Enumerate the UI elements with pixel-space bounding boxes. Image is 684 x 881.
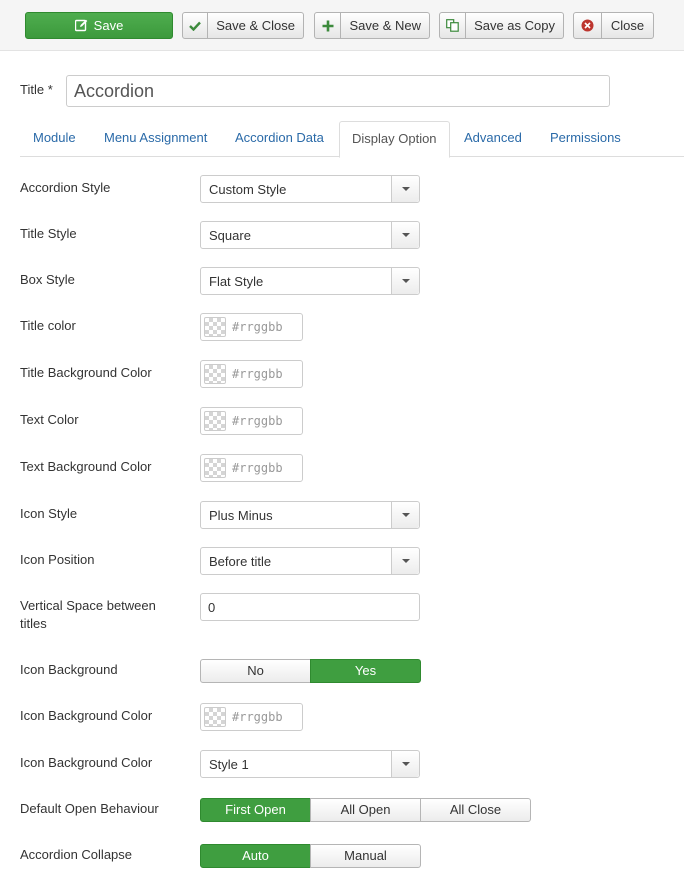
plus-icon: [315, 13, 342, 38]
edit-icon: [74, 19, 87, 32]
tab-bar: Module Menu Assignment Accordion Data Di…: [20, 121, 684, 158]
vertical-space-input[interactable]: 0: [200, 593, 420, 621]
default-open-all-close[interactable]: All Close: [420, 798, 531, 822]
chevron-down-icon: [391, 222, 419, 248]
title-style-value: Square: [209, 227, 251, 243]
text-color-label: Text Color: [20, 412, 79, 427]
default-open-all-open[interactable]: All Open: [310, 798, 421, 822]
check-icon: [183, 13, 209, 38]
save-new-label: Save & New: [349, 18, 421, 33]
tab-menu-assignment[interactable]: Menu Assignment: [104, 121, 207, 157]
icon-position-label: Icon Position: [20, 552, 95, 567]
tab-permissions[interactable]: Permissions: [550, 121, 621, 157]
save-copy-label: Save as Copy: [474, 18, 555, 33]
default-open-first-open[interactable]: First Open: [200, 798, 311, 822]
accordion-collapse-label: Accordion Collapse: [20, 847, 133, 862]
title-style-select[interactable]: Square: [200, 221, 420, 249]
default-open-toggle: First Open All Open All Close: [200, 798, 531, 822]
icon-background-label: Icon Background: [20, 662, 118, 677]
copy-icon: [440, 13, 467, 38]
accordion-collapse-manual[interactable]: Manual: [310, 844, 421, 868]
accordion-collapse-auto[interactable]: Auto: [200, 844, 311, 868]
text-color-input[interactable]: #rrggbb: [200, 407, 303, 435]
color-swatch-icon[interactable]: [204, 364, 226, 384]
save-button[interactable]: Save: [25, 12, 173, 39]
title-style-label: Title Style: [20, 226, 77, 241]
color-swatch-icon[interactable]: [204, 458, 226, 478]
icon-style-select[interactable]: Plus Minus: [200, 501, 420, 529]
save-label: Save: [93, 18, 124, 33]
tab-module[interactable]: Module: [33, 121, 76, 157]
accordion-style-value: Custom Style: [209, 181, 287, 197]
title-bg-color-placeholder: #rrggbb: [232, 367, 283, 381]
tab-advanced[interactable]: Advanced: [464, 121, 522, 157]
color-swatch-icon[interactable]: [204, 411, 226, 431]
title-color-placeholder: #rrggbb: [232, 320, 283, 334]
save-copy-button[interactable]: Save as Copy: [439, 12, 564, 39]
accordion-collapse-toggle: Auto Manual: [200, 844, 421, 868]
default-open-label: Default Open Behaviour: [20, 801, 159, 816]
icon-bg-color-style-value: Style 1: [209, 756, 249, 772]
title-color-label: Title color: [20, 318, 76, 333]
text-bg-color-input[interactable]: #rrggbb: [200, 454, 303, 482]
icon-bg-color-style-select[interactable]: Style 1: [200, 750, 420, 778]
icon-bg-color-label: Icon Background Color: [20, 708, 153, 723]
save-new-button[interactable]: Save & New: [314, 12, 430, 39]
icon-bg-color-placeholder: #rrggbb: [232, 710, 283, 724]
chevron-down-icon: [391, 548, 419, 574]
toolbar: Save Save & Close Save & New Save as Cop…: [0, 0, 684, 51]
title-label: Title *: [20, 82, 53, 97]
icon-background-no[interactable]: No: [200, 659, 311, 683]
save-close-label: Save & Close: [216, 18, 295, 33]
close-button[interactable]: Close: [573, 12, 654, 39]
close-icon: [574, 13, 602, 38]
title-color-input[interactable]: #rrggbb: [200, 313, 303, 341]
icon-background-toggle: No Yes: [200, 659, 421, 683]
box-style-select[interactable]: Flat Style: [200, 267, 420, 295]
close-label: Close: [610, 18, 645, 33]
color-swatch-icon[interactable]: [204, 707, 226, 727]
accordion-style-select[interactable]: Custom Style: [200, 175, 420, 203]
icon-background-yes[interactable]: Yes: [310, 659, 421, 683]
text-bg-color-label: Text Background Color: [20, 459, 152, 474]
text-bg-color-placeholder: #rrggbb: [232, 461, 283, 475]
save-close-button[interactable]: Save & Close: [182, 12, 304, 39]
icon-bg-color-style-label: Icon Background Color: [20, 755, 153, 770]
box-style-value: Flat Style: [209, 273, 264, 289]
chevron-down-icon: [391, 502, 419, 528]
title-bg-color-label: Title Background Color: [20, 365, 152, 380]
icon-style-value: Plus Minus: [209, 507, 273, 523]
icon-bg-color-input[interactable]: #rrggbb: [200, 703, 303, 731]
chevron-down-icon: [391, 268, 419, 294]
tab-accordion-data[interactable]: Accordion Data: [235, 121, 324, 157]
title-input[interactable]: Accordion: [66, 75, 610, 107]
color-swatch-icon[interactable]: [204, 317, 226, 337]
title-bg-color-input[interactable]: #rrggbb: [200, 360, 303, 388]
box-style-label: Box Style: [20, 272, 75, 287]
icon-position-value: Before title: [209, 553, 272, 569]
chevron-down-icon: [391, 176, 419, 202]
vertical-space-label: Vertical Space between titles: [20, 598, 156, 631]
tab-display-option[interactable]: Display Option: [339, 121, 450, 158]
icon-position-select[interactable]: Before title: [200, 547, 420, 575]
accordion-style-label: Accordion Style: [20, 180, 111, 195]
text-color-placeholder: #rrggbb: [232, 414, 283, 428]
icon-style-label: Icon Style: [20, 506, 78, 521]
chevron-down-icon: [391, 751, 419, 777]
